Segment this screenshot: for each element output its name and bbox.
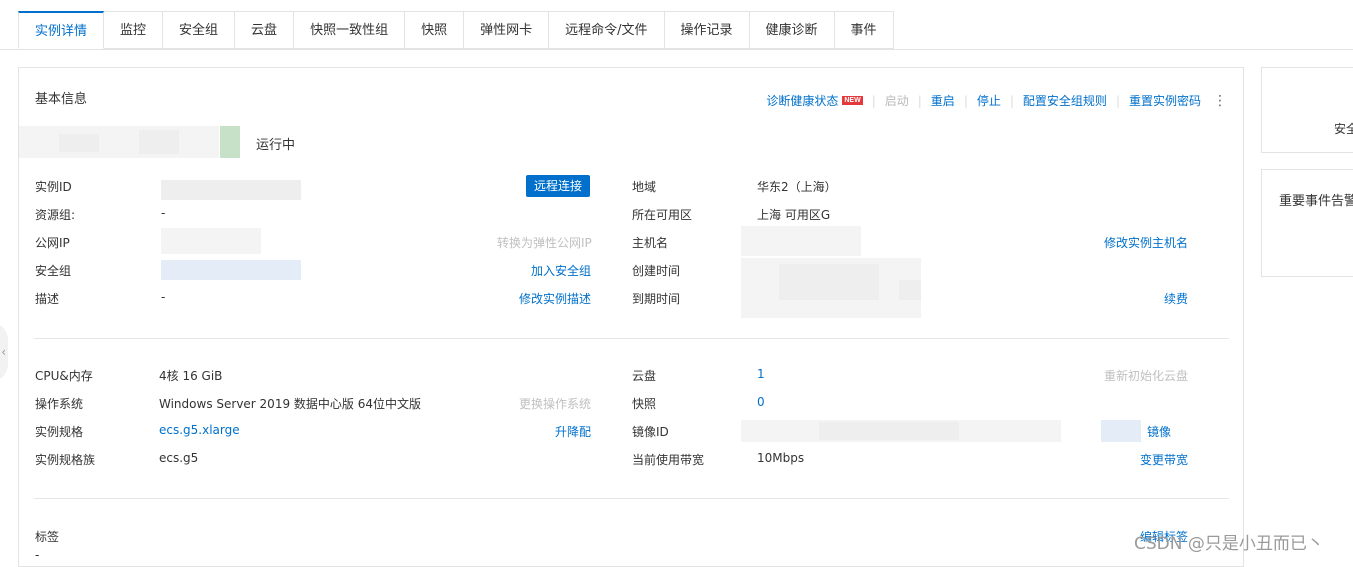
start-link: 启动 — [884, 94, 909, 108]
upgrade-downgrade-link[interactable]: 升降配 — [555, 423, 591, 440]
tab-bar: 实例详情 监控 安全组 云盘 快照一致性组 快照 弹性网卡 远程命令/文件 操作… — [18, 11, 894, 50]
snapshot-label: 快照 — [632, 397, 657, 411]
change-bandwidth-link[interactable]: 变更带宽 — [1140, 451, 1188, 468]
diagnose-health-link[interactable]: 诊断健康状态 — [766, 92, 838, 109]
family-value: ecs.g5 — [159, 451, 199, 465]
zone-label: 所在可用区 — [632, 208, 693, 222]
collapse-handle[interactable]: ‹ — [0, 322, 8, 382]
section-divider-2 — [34, 498, 1229, 499]
description-label: 描述 — [35, 292, 60, 306]
bandwidth-label: 当前使用带宽 — [632, 453, 705, 467]
more-vertical-icon[interactable]: ⋮ — [1213, 94, 1227, 108]
renew-link[interactable]: 续费 — [1164, 290, 1188, 307]
convert-eip-link: 转换为弹性公网IP — [497, 236, 592, 250]
os-value: Windows Server 2019 数据中心版 64位中文版 — [159, 397, 421, 411]
hostname-label: 主机名 — [632, 236, 669, 250]
created-label: 创建时间 — [632, 264, 681, 278]
tab-health-diagnosis[interactable]: 健康诊断 — [749, 11, 835, 49]
instance-name-row: 运行中 — [19, 126, 339, 160]
panel-title: 基本信息 — [35, 92, 88, 107]
snapshot-value-link[interactable]: 0 — [757, 395, 765, 409]
tab-cloud-disk[interactable]: 云盘 — [235, 11, 295, 49]
region-label: 地域 — [632, 180, 657, 194]
tab-security-group[interactable]: 安全组 — [163, 11, 236, 49]
disk-value-link[interactable]: 1 — [757, 367, 765, 381]
tab-snapshot-group[interactable]: 快照一致性组 — [294, 11, 406, 49]
image-link[interactable]: 镜像 — [1147, 423, 1171, 440]
new-badge: NEW — [842, 96, 863, 105]
panel-actions: 诊断健康状态 NEW | 启动 | 重启 | 停止 | 配置安全组规则 | 重置… — [766, 92, 1227, 109]
instance-id-label: 实例ID — [35, 180, 72, 194]
cpu-mem-value: 4核 16 GiB — [159, 369, 223, 383]
redacted-public-ip — [161, 228, 261, 254]
redacted-instance-name — [19, 126, 219, 158]
public-ip-label: 公网IP — [35, 236, 70, 250]
status-text: 运行中 — [256, 138, 296, 153]
remote-connect-button[interactable]: 远程连接 — [526, 175, 591, 197]
tab-instance-details[interactable]: 实例详情 — [18, 11, 105, 49]
reinit-disk-link: 重新初始化云盘 — [1104, 369, 1189, 383]
tab-operation-log[interactable]: 操作记录 — [664, 11, 750, 49]
important-events-card: 重要事件告警 — [1261, 169, 1353, 277]
description-value: - — [161, 290, 166, 304]
tab-monitoring[interactable]: 监控 — [104, 11, 164, 49]
cpu-mem-label: CPU&内存 — [35, 369, 93, 383]
spec-value-link[interactable]: ecs.g5.xlarge — [159, 423, 240, 437]
tab-snapshot[interactable]: 快照 — [405, 11, 465, 49]
tags-label: 标签 — [35, 530, 60, 544]
chevron-left-icon: ‹ — [1, 345, 6, 359]
reset-password-link[interactable]: 重置实例密码 — [1129, 92, 1201, 109]
restart-link[interactable]: 重启 — [931, 92, 955, 109]
os-label: 操作系统 — [35, 397, 84, 411]
section-divider — [34, 338, 1229, 339]
region-value: 华东2（上海） — [757, 180, 837, 194]
bandwidth-value: 10Mbps — [757, 451, 805, 465]
resource-group-label: 资源组: — [35, 208, 76, 222]
redacted-hostname — [741, 226, 861, 256]
family-label: 实例规格族 — [35, 453, 96, 467]
change-os-link: 更换操作系统 — [519, 397, 592, 411]
image-id-label: 镜像ID — [632, 425, 669, 439]
resource-group-value: - — [161, 206, 166, 220]
security-card-text: 安全 — [1334, 122, 1353, 136]
edit-hostname-link[interactable]: 修改实例主机名 — [1104, 234, 1188, 251]
basic-info-panel: 基本信息 诊断健康状态 NEW | 启动 | 重启 | 停止 | 配置安全组规则… — [18, 67, 1244, 567]
config-sg-rules-link[interactable]: 配置安全组规则 — [1023, 92, 1107, 109]
tab-remote-command[interactable]: 远程命令/文件 — [549, 11, 665, 49]
disk-label: 云盘 — [632, 369, 657, 383]
tags-value: - — [35, 548, 40, 562]
spec-label: 实例规格 — [35, 425, 84, 439]
expire-label: 到期时间 — [632, 292, 681, 306]
zone-value: 上海 可用区G — [757, 208, 831, 222]
security-card: 安全 — [1261, 67, 1353, 153]
important-events-title: 重要事件告警 — [1279, 194, 1353, 209]
stop-link[interactable]: 停止 — [977, 92, 1001, 109]
join-security-group-link[interactable]: 加入安全组 — [531, 262, 591, 279]
security-group-label: 安全组 — [35, 264, 72, 278]
tab-events[interactable]: 事件 — [834, 11, 894, 49]
edit-description-link[interactable]: 修改实例描述 — [519, 290, 591, 307]
redacted-security-group — [161, 260, 301, 280]
redacted-instance-id — [161, 180, 301, 200]
watermark: CSDN @只是小丑而已丶 — [1134, 534, 1324, 554]
tab-eni[interactable]: 弹性网卡 — [464, 11, 550, 49]
status-indicator — [220, 126, 240, 158]
